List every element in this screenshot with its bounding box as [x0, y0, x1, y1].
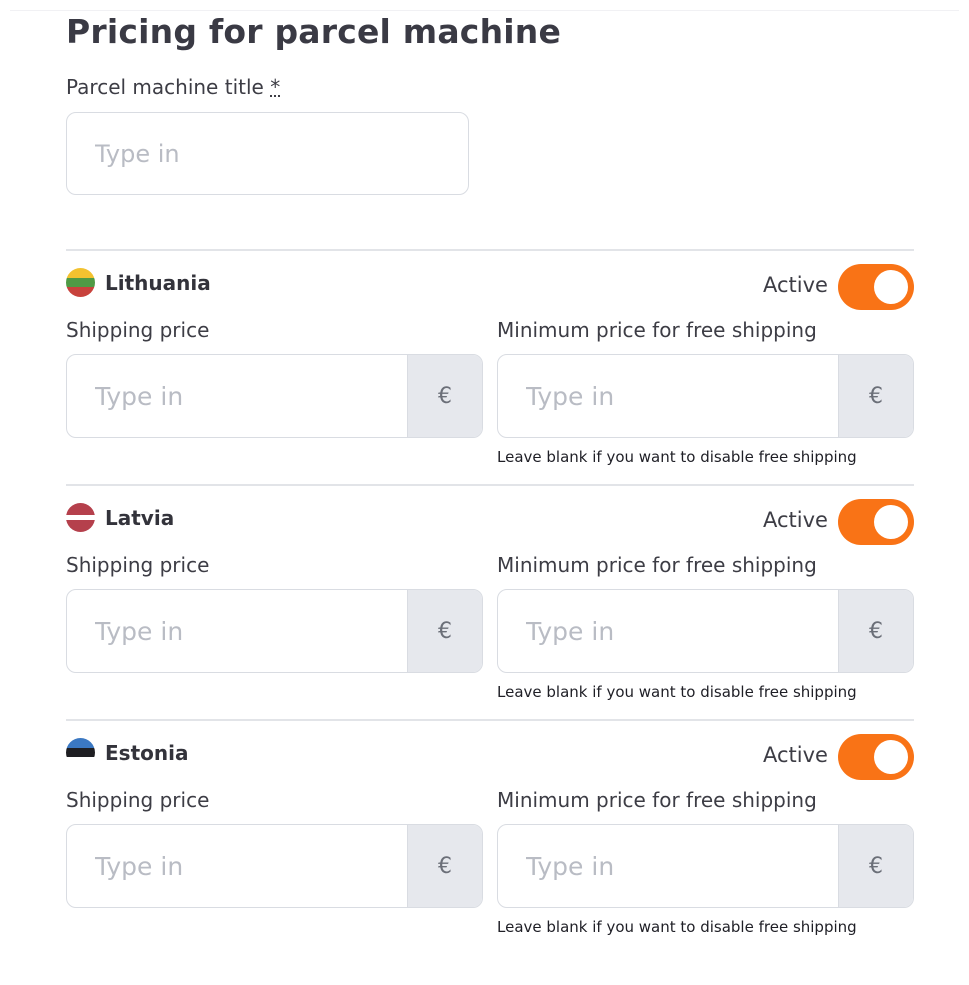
country-header-latvia: Latvia	[66, 503, 174, 532]
section-divider	[66, 719, 914, 721]
top-border	[10, 10, 959, 11]
toggle-knob	[874, 270, 908, 304]
flag-stripe	[66, 747, 95, 758]
flag-stripe	[66, 277, 95, 288]
flag-stripe	[66, 268, 95, 278]
country-header-lithuania: Lithuania	[66, 268, 211, 297]
euro-unit: €	[407, 590, 482, 672]
active-toggle-latvia[interactable]	[838, 499, 914, 545]
country-name: Lithuania	[105, 270, 211, 295]
flag-stripe	[66, 287, 95, 297]
active-label: Active	[763, 743, 828, 767]
free-shipping-input[interactable]	[498, 825, 838, 907]
shipping-price-field-latvia: €	[66, 589, 483, 673]
required-marker: *	[270, 75, 281, 99]
active-label: Active	[763, 508, 828, 532]
machine-title-label-text: Parcel machine title	[66, 75, 264, 99]
euro-unit: €	[838, 825, 913, 907]
free-shipping-hint: Leave blank if you want to disable free …	[497, 918, 857, 936]
shipping-price-label: Shipping price	[66, 553, 210, 577]
flag-stripe	[66, 503, 95, 515]
country-name: Estonia	[105, 740, 189, 765]
shipping-price-field-lithuania: €	[66, 354, 483, 438]
shipping-price-input[interactable]	[67, 825, 407, 907]
free-shipping-field-lithuania: €	[497, 354, 914, 438]
shipping-price-label: Shipping price	[66, 318, 210, 342]
toggle-knob	[874, 740, 908, 774]
country-name: Latvia	[105, 505, 175, 530]
euro-unit: €	[838, 590, 913, 672]
machine-title-input[interactable]	[66, 112, 469, 195]
shipping-price-field-estonia: €	[66, 824, 483, 908]
free-shipping-label: Minimum price for free shipping	[497, 553, 817, 577]
page-title: Pricing for parcel machine	[66, 12, 562, 51]
shipping-price-input[interactable]	[67, 355, 407, 437]
euro-unit: €	[407, 355, 482, 437]
euro-unit: €	[838, 355, 913, 437]
lithuania-flag-icon	[66, 268, 95, 297]
machine-title-label: Parcel machine title *	[66, 75, 280, 99]
free-shipping-field-latvia: €	[497, 589, 914, 673]
free-shipping-label: Minimum price for free shipping	[497, 318, 817, 342]
toggle-knob	[874, 505, 908, 539]
free-shipping-input[interactable]	[498, 590, 838, 672]
euro-unit: €	[407, 825, 482, 907]
shipping-price-label: Shipping price	[66, 788, 210, 812]
flag-stripe	[66, 520, 95, 532]
latvia-flag-icon	[66, 503, 95, 532]
active-toggle-lithuania[interactable]	[838, 264, 914, 310]
pricing-panel: Pricing for parcel machine Parcel machin…	[0, 0, 969, 985]
section-divider	[66, 484, 914, 486]
free-shipping-hint: Leave blank if you want to disable free …	[497, 448, 857, 466]
free-shipping-hint: Leave blank if you want to disable free …	[497, 683, 857, 701]
free-shipping-input[interactable]	[498, 355, 838, 437]
active-label: Active	[763, 273, 828, 297]
estonia-flag-icon	[66, 738, 95, 767]
flag-stripe	[66, 738, 95, 748]
flag-stripe	[66, 757, 95, 767]
free-shipping-label: Minimum price for free shipping	[497, 788, 817, 812]
section-divider	[66, 249, 914, 251]
shipping-price-input[interactable]	[67, 590, 407, 672]
free-shipping-field-estonia: €	[497, 824, 914, 908]
active-toggle-estonia[interactable]	[838, 734, 914, 780]
country-header-estonia: Estonia	[66, 738, 188, 767]
